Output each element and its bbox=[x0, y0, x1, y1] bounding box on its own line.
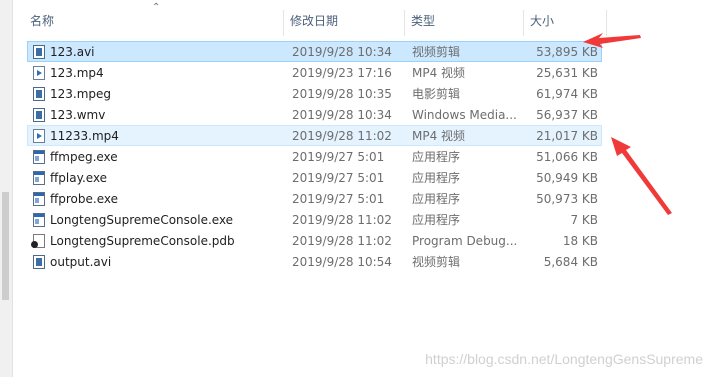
annotation-overlay bbox=[583, 33, 672, 215]
annotation-arrow-1 bbox=[583, 33, 641, 48]
annotation-arrow-2 bbox=[611, 137, 672, 215]
